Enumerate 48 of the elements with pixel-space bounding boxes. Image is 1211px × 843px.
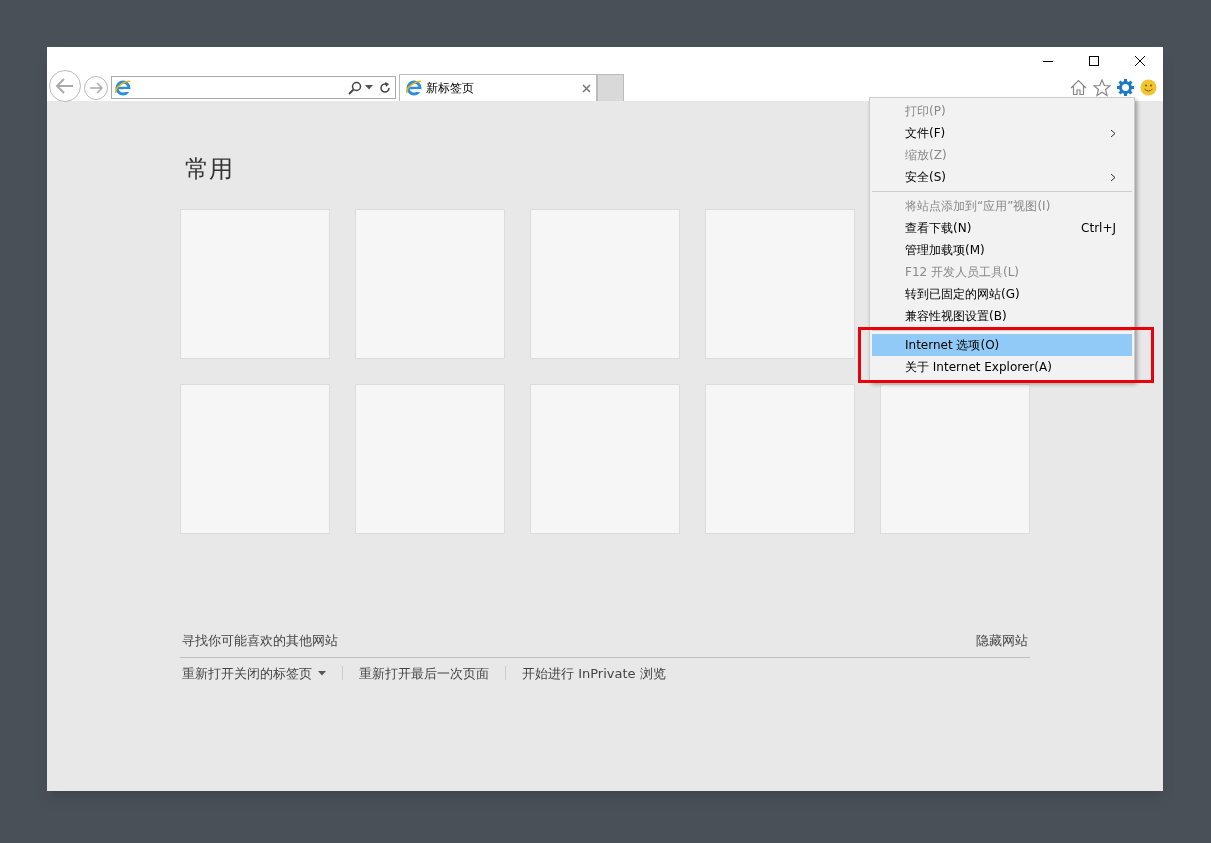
browser-tab[interactable]: 新标签页 [399, 74, 597, 101]
refresh-icon[interactable] [379, 81, 391, 94]
site-tile[interactable] [530, 384, 680, 534]
back-button[interactable] [49, 69, 81, 102]
close-icon [1134, 55, 1146, 66]
site-tile[interactable] [355, 384, 505, 534]
menu-item[interactable]: 关于 Internet Explorer(A) [872, 356, 1132, 378]
right-arrow-icon [89, 81, 103, 94]
site-tile[interactable] [705, 209, 855, 359]
site-tile[interactable] [705, 384, 855, 534]
site-tile[interactable] [355, 209, 505, 359]
footer-link[interactable]: 重新打开最后一次页面 [359, 663, 489, 683]
menu-item[interactable]: 安全(S) [872, 166, 1132, 188]
home-icon[interactable] [1070, 79, 1087, 96]
site-tile[interactable] [180, 209, 330, 359]
maximize-icon [1089, 55, 1099, 66]
hide-sites-link[interactable]: 隐藏网站 [976, 631, 1028, 651]
settings-icon[interactable] [1117, 79, 1134, 96]
menu-item[interactable]: 转到已固定的网站(G) [872, 283, 1132, 305]
footer-link[interactable]: 重新打开关闭的标签页 [182, 663, 326, 683]
browser-logo-icon [405, 79, 423, 97]
left-arrow-icon [55, 77, 74, 94]
menu-item[interactable]: 管理加载项(M) [872, 239, 1132, 261]
shortcut-text: Ctrl+J [1081, 220, 1116, 237]
chevron-right-icon [1110, 172, 1116, 182]
browser-logo-icon [114, 78, 132, 97]
tab-title: 新标签页 [426, 80, 475, 97]
menu-item[interactable]: 查看下载(N) Ctrl+J [872, 217, 1132, 239]
close-icon[interactable] [582, 83, 591, 93]
section-heading: 常用 [185, 154, 233, 185]
site-tile[interactable] [180, 384, 330, 534]
minimize-icon [1042, 60, 1054, 62]
chevron-right-icon [1110, 128, 1116, 138]
star-icon[interactable] [1093, 78, 1111, 97]
new-tab-button[interactable] [597, 74, 624, 101]
discover-link[interactable]: 寻找你可能喜欢的其他网站 [182, 631, 338, 651]
smiley-icon[interactable] [1140, 79, 1157, 96]
menu-item[interactable]: 文件(F) [872, 122, 1132, 144]
site-tile[interactable] [880, 384, 1030, 534]
menu-item[interactable]: Internet 选项(O) [872, 334, 1132, 356]
dropdown-caret-icon[interactable] [365, 85, 373, 90]
menu-item[interactable]: 兼容性视图设置(B) [872, 305, 1132, 327]
footer-link[interactable]: 开始进行 InPrivate 浏览 [522, 663, 666, 683]
caret-icon [318, 670, 326, 676]
address-field[interactable] [111, 76, 396, 99]
site-tile[interactable] [530, 209, 680, 359]
search-icon[interactable] [348, 80, 362, 95]
forward-button[interactable] [84, 75, 108, 100]
